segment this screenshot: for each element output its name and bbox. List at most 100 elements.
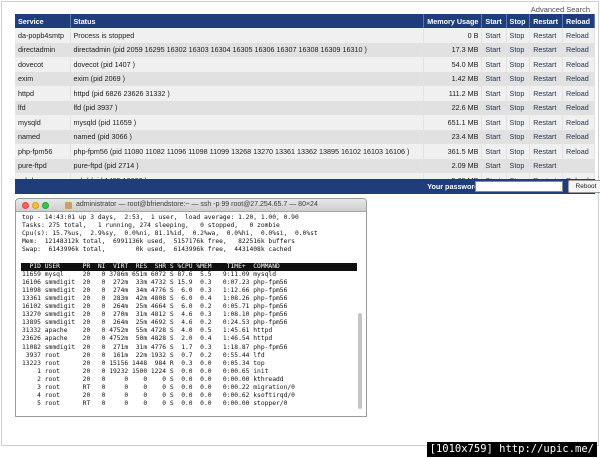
service-name: dovecot <box>15 57 71 72</box>
reload-link[interactable]: Reload <box>562 100 595 115</box>
home-folder-icon <box>65 202 72 209</box>
table-row: dovecot dovecot (pid 1407 ) 54.0 MB Start St… <box>15 57 595 72</box>
table-row: lfd lfd (pid 3937 ) 22.6 MB Start Stop Restar… <box>15 100 595 115</box>
start-link[interactable]: Start <box>481 57 507 72</box>
terminal-title: administrator — root@bfriendstore:~ — ss… <box>76 201 318 208</box>
process-row: 2 root 20 0 0 0 0 S 0.0 0.0 0:00.00 kthr… <box>22 375 284 383</box>
memory-usage: 111.2 MB <box>423 86 483 101</box>
process-row: 16102 smmdigit 20 0 264m 25m 4664 S 6.0 … <box>22 303 288 311</box>
terminal-title-bar[interactable]: administrator — root@bfriendstore:~ — ss… <box>16 199 366 212</box>
password-input[interactable] <box>475 181 563 192</box>
service-name: directadmin <box>15 42 71 57</box>
restart-link[interactable]: Restart <box>529 71 563 86</box>
terminal-line: Mem: 12148312k total, 6991136k used, 515… <box>22 238 295 246</box>
memory-usage: 54.0 MB <box>423 57 483 72</box>
table-row: da-popb4smtp Process is stopped 0 B Start St… <box>15 28 595 43</box>
terminal-output[interactable]: top - 14:43:01 up 3 days, 2:53, 1 user, … <box>16 212 366 408</box>
stop-link[interactable]: Stop <box>506 57 531 72</box>
restart-link[interactable]: Restart <box>529 144 563 159</box>
memory-usage: 361.5 MB <box>423 144 483 159</box>
restart-link[interactable]: Restart <box>529 57 563 72</box>
reload-link[interactable]: Reload <box>562 28 595 43</box>
start-link[interactable]: Start <box>481 28 507 43</box>
header-reload: Reload <box>562 14 595 28</box>
service-status: directadmin (pid 2059 16295 16302 16303 … <box>70 42 425 57</box>
reload-link[interactable]: Reload <box>562 42 595 57</box>
service-name: lfd <box>15 100 71 115</box>
table-row: pure-ftpd pure-ftpd (pid 2714 ) 2.09 MB Sta… <box>15 158 595 173</box>
restart-link[interactable]: Restart <box>529 28 563 43</box>
start-link[interactable]: Start <box>481 158 507 173</box>
stop-link[interactable]: Stop <box>506 86 531 101</box>
header-memory-usage: Memory Usage <box>423 14 483 28</box>
restart-link[interactable]: Restart <box>529 129 563 144</box>
reload-link[interactable]: Reload <box>562 129 595 144</box>
header-stop: Stop <box>506 14 531 28</box>
restart-link[interactable]: Restart <box>529 86 563 101</box>
reload-link[interactable]: Reload <box>562 57 595 72</box>
process-row: 4 root 20 0 0 0 0 S 0.0 0.0 0:00.62 ksof… <box>22 392 295 400</box>
service-status: pure-ftpd (pid 2714 ) <box>70 158 425 173</box>
start-link[interactable]: Start <box>481 129 507 144</box>
stop-link[interactable]: Stop <box>506 28 531 43</box>
service-status: lfd (pid 3937 ) <box>70 100 425 115</box>
memory-usage: 17.3 MB <box>423 42 483 57</box>
terminal-line: top - 14:43:01 up 3 days, 2:53, 1 user, … <box>22 214 299 221</box>
start-link[interactable]: Start <box>481 100 507 115</box>
memory-usage: 22.6 MB <box>423 100 483 115</box>
process-row: 11659 mysql 20 0 3786m 651m 6072 S 87.6 … <box>22 270 277 278</box>
reboot-button[interactable]: Reboot <box>568 180 600 193</box>
restart-link[interactable]: Restart <box>529 115 563 130</box>
stop-link[interactable]: Stop <box>506 42 531 57</box>
service-status: Process is stopped <box>70 28 425 43</box>
start-link[interactable]: Start <box>481 144 507 159</box>
terminal-scrollbar[interactable] <box>358 313 362 409</box>
start-link[interactable]: Start <box>481 115 507 130</box>
service-name: pure-ftpd <box>15 158 71 173</box>
service-status: named (pid 3066 ) <box>70 129 425 144</box>
start-link[interactable]: Start <box>481 71 507 86</box>
close-window-icon[interactable] <box>22 202 29 209</box>
table-row: named named (pid 3066 ) 23.4 MB Start Stop Re… <box>15 129 595 144</box>
service-name: httpd <box>15 86 71 101</box>
advanced-search-link[interactable]: Advanced Search <box>531 5 590 14</box>
reload-link[interactable]: Reload <box>562 71 595 86</box>
reload-link[interactable]: Reload <box>562 115 595 130</box>
stop-link[interactable]: Stop <box>506 71 531 86</box>
process-row: 3937 root 20 0 161m 22m 1932 S 0.7 0.2 0… <box>22 351 265 359</box>
process-row: 11098 smmdigit 20 0 274m 34m 4776 S 6.0 … <box>22 286 288 294</box>
table-row: exim exim (pid 2069 ) 1.42 MB Start Stop Rest… <box>15 71 595 86</box>
minimize-window-icon[interactable] <box>32 202 39 209</box>
restart-link[interactable]: Restart <box>529 100 563 115</box>
reload-link[interactable]: Reload <box>562 144 595 159</box>
restart-link[interactable]: Restart <box>529 42 563 57</box>
services-table: Service Status Memory Usage Start Stop R… <box>15 14 595 188</box>
process-table-header: PID USER PR NI VIRT RES SHR S %CPU %MEM … <box>21 262 357 271</box>
restart-link[interactable]: Restart <box>529 158 563 173</box>
service-name: named <box>15 129 71 144</box>
reload-link[interactable] <box>562 158 595 173</box>
stop-link[interactable]: Stop <box>506 115 531 130</box>
process-row: 13895 smmdigit 20 0 264m 25m 4692 S 4.6 … <box>22 319 288 327</box>
zoom-window-icon[interactable] <box>42 202 49 209</box>
service-name: php-fpm56 <box>15 144 71 159</box>
stop-link[interactable]: Stop <box>506 100 531 115</box>
stop-link[interactable]: Stop <box>506 144 531 159</box>
password-label: Your password: <box>427 182 481 191</box>
start-link[interactable]: Start <box>481 42 507 57</box>
stop-link[interactable]: Stop <box>506 158 531 173</box>
memory-usage: 23.4 MB <box>423 129 483 144</box>
header-service: Service <box>15 14 71 28</box>
table-row: directadmin directadmin (pid 2059 16295 1… <box>15 42 595 57</box>
stop-link[interactable]: Stop <box>506 129 531 144</box>
start-link[interactable]: Start <box>481 86 507 101</box>
process-row: 31332 apache 20 0 4752m 55m 4728 S 4.0 0… <box>22 327 273 335</box>
table-row: httpd httpd (pid 6826 23626 31332 ) 111.2 … <box>15 86 595 101</box>
header-status: Status <box>70 14 425 28</box>
service-status: httpd (pid 6826 23626 31332 ) <box>70 86 425 101</box>
service-name: mysqld <box>15 115 71 130</box>
table-row: mysqld mysqld (pid 11659 ) 651.1 MB Start St… <box>15 115 595 130</box>
process-row: 5 root RT 0 0 0 0 S 0.0 0.0 0:00.00 stop… <box>22 400 288 408</box>
process-row: 1 root 20 0 19232 1500 1224 S 0.0 0.0 0:… <box>22 367 269 375</box>
reload-link[interactable]: Reload <box>562 86 595 101</box>
